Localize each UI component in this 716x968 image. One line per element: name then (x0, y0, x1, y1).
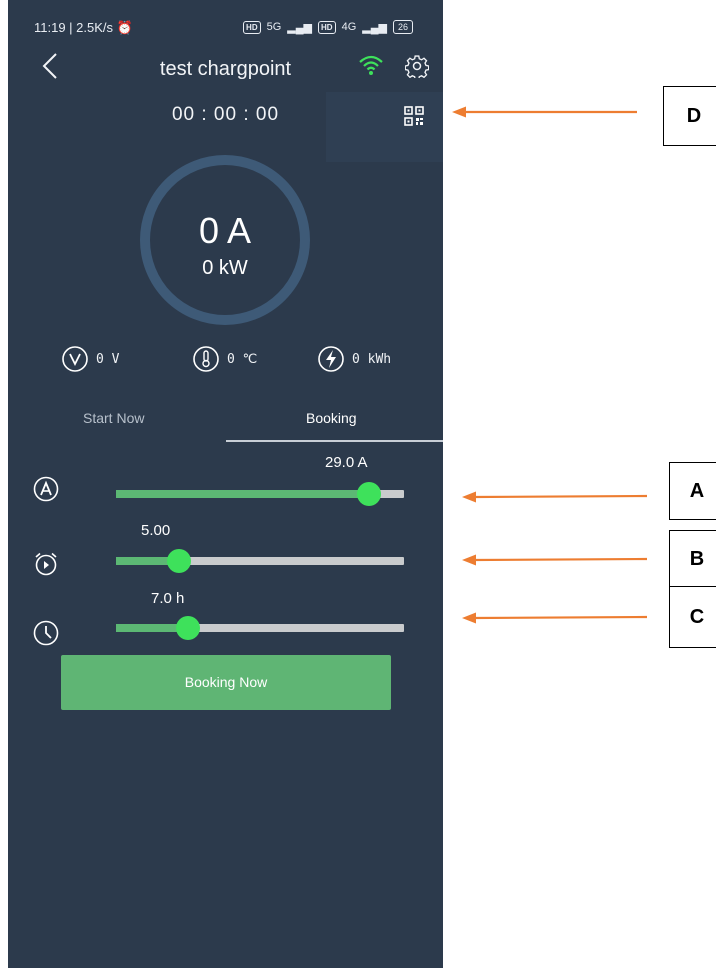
signal-icon: ▂▄▆ (287, 21, 313, 34)
stats-row: 0 V 0 ℃ 0 kWh (8, 344, 443, 380)
current-slider-track[interactable] (116, 482, 404, 506)
annotation-label-c: C (669, 586, 716, 648)
start-delay-slider-row: 5.00 (8, 522, 443, 585)
annotation-label-d: D (663, 86, 716, 146)
status-time-text: 11:19 | 2.5K/s (34, 20, 114, 35)
voltage-stat: 0 V (60, 344, 119, 374)
status-right: HD 5G ▂▄▆ HD 4G ▂▄▆ 26 (243, 20, 413, 34)
arrow-d-icon (452, 106, 637, 118)
arrow-a-icon (462, 491, 647, 503)
arrow-b-icon (462, 554, 647, 566)
alarm-clock-icon (35, 552, 57, 576)
header: test chargpoint (8, 48, 443, 88)
battery-icon: 26 (392, 20, 413, 34)
annotation-label-b: B (669, 530, 716, 588)
duration-slider-row: 7.0 h (8, 590, 443, 654)
gear-icon[interactable] (405, 54, 429, 78)
duration-slider-thumb[interactable] (176, 616, 200, 640)
status-time-speed: 11:19 | 2.5K/s ⏰ (34, 20, 133, 36)
tab-booking[interactable]: Booking (306, 410, 357, 426)
start-delay-slider-value: 5.00 (141, 522, 171, 539)
current-slider-thumb[interactable] (357, 482, 382, 506)
hd-badge-2: HD (318, 20, 336, 34)
temperature-stat: 0 ℃ (191, 344, 257, 374)
current-slider-fill (116, 490, 370, 498)
start-delay-slider-thumb[interactable] (167, 549, 192, 573)
current-readout: 0 A (198, 210, 252, 251)
start-delay-slider-track[interactable] (116, 549, 404, 573)
tab-start-now[interactable]: Start Now (83, 410, 144, 426)
duration-slider-value: 7.0 h (151, 590, 185, 607)
power-gauge: 0 A 0 kW (135, 150, 315, 330)
signal-icon-2: ▂▄▆ (362, 21, 387, 34)
voltage-icon (62, 346, 88, 372)
current-slider-value: 29.0 A (325, 454, 368, 471)
annotation-label-a: A (669, 462, 716, 520)
temperature-value: 0 ℃ (227, 351, 258, 367)
voltage-value: 0 V (96, 351, 120, 367)
active-tab-indicator (226, 440, 443, 442)
network-5g-text: 5G (266, 21, 282, 33)
power-readout: 0 kW (202, 257, 248, 279)
hd-badge: HD (243, 20, 261, 34)
alarm-status-icon: ⏰ (116, 20, 133, 35)
booking-now-button[interactable]: Booking Now (61, 655, 391, 710)
duration-slider-track[interactable] (116, 616, 404, 640)
arrow-c-icon (462, 612, 647, 624)
energy-value: 0 kWh (352, 351, 392, 367)
lightning-icon (318, 346, 344, 372)
mode-tabs: Start Now Booking (8, 400, 443, 444)
charge-timer: 00 : 00 : 00 (171, 104, 280, 125)
ampere-icon (33, 476, 59, 502)
clock-icon (33, 620, 59, 646)
status-bar: 11:19 | 2.5K/s ⏰ HD 5G ▂▄▆ HD 4G ▂▄▆ 26 (8, 0, 443, 40)
qr-code-icon[interactable] (404, 106, 424, 126)
wifi-icon (359, 55, 383, 75)
network-4g-text: 4G (341, 21, 357, 33)
phone-screen: 11:19 | 2.5K/s ⏰ HD 5G ▂▄▆ HD 4G ▂▄▆ 26 … (8, 0, 443, 968)
thermometer-icon (193, 346, 219, 372)
energy-stat: 0 kWh (316, 344, 391, 374)
qr-highlight (326, 92, 443, 162)
current-slider-row: 29.0 A (8, 454, 443, 510)
